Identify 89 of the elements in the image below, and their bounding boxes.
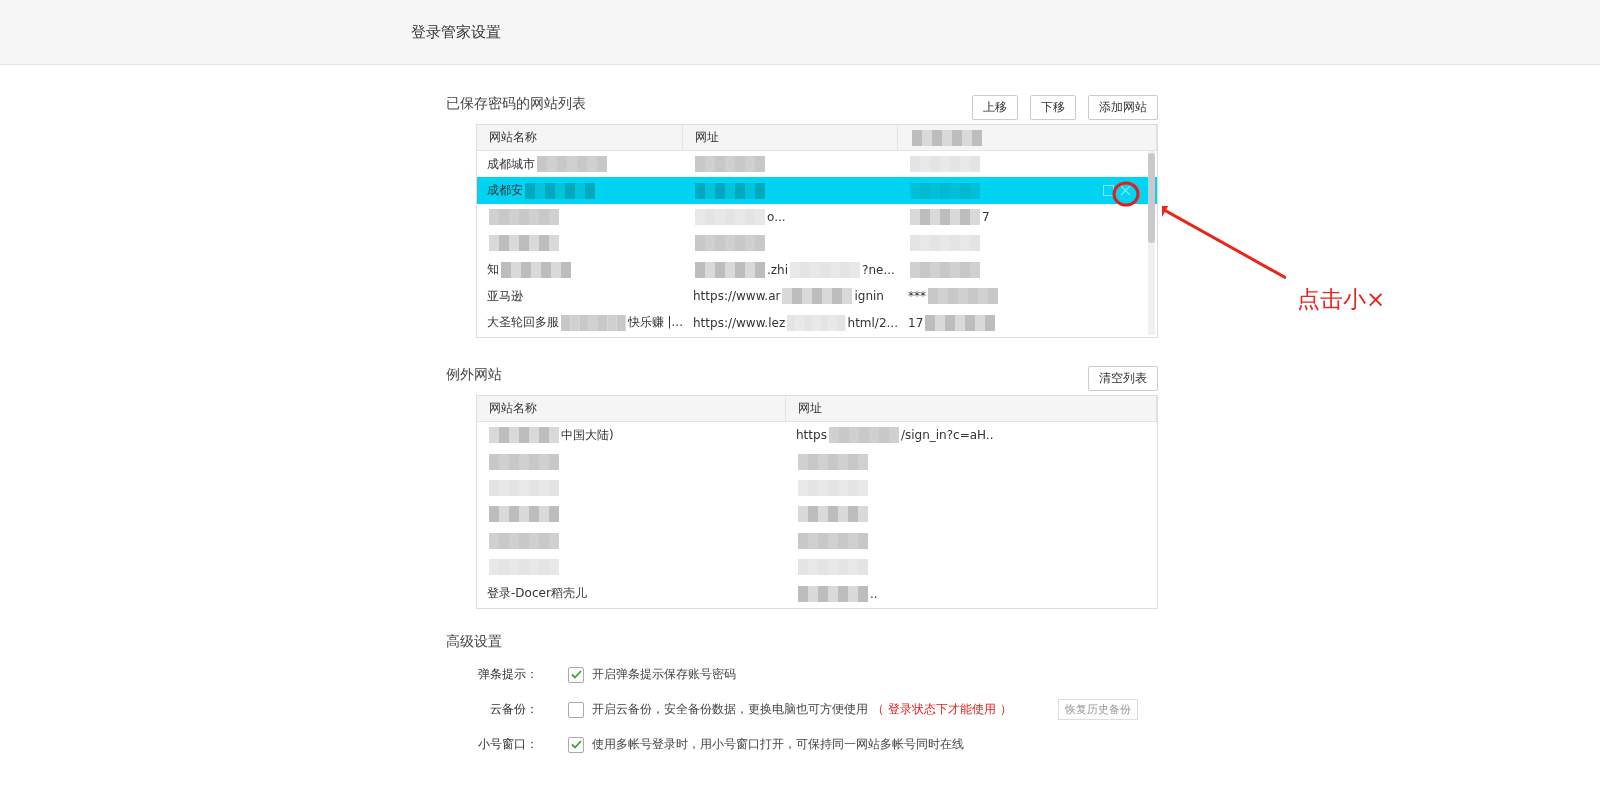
redaction-mosaic: [928, 288, 998, 305]
edit-icon[interactable]: [1103, 185, 1114, 197]
checkbox[interactable]: [568, 701, 584, 718]
cell-text: html/2...: [847, 315, 898, 330]
annotation-circle: [1112, 181, 1140, 207]
redaction-mosaic: [910, 182, 980, 199]
redaction-mosaic: [782, 288, 853, 305]
redaction-mosaic: [489, 427, 559, 444]
option-text: 开启弹条提示保存账号密码: [592, 666, 736, 683]
redaction-mosaic: [695, 182, 765, 199]
section-title: 已保存密码的网站列表: [446, 95, 586, 113]
redaction-mosaic: [489, 235, 559, 252]
option-label: 云备份：: [489, 701, 538, 718]
cell-text: https: [796, 428, 827, 443]
site-row[interactable]: 成都城市: [477, 151, 1157, 178]
option-text: 开启云备份，安全备份数据，更换电脑也可方便使用: [592, 701, 868, 718]
redaction-mosaic: [695, 208, 765, 225]
redaction-mosaic: [910, 261, 980, 278]
column-header: 网站名称: [477, 396, 786, 421]
redaction-mosaic: [798, 585, 868, 602]
redaction-mosaic: [798, 506, 868, 523]
redaction-mosaic: [798, 479, 868, 496]
redaction-mosaic: [561, 314, 626, 331]
toolbar-button[interactable]: 添加网站: [1088, 95, 1158, 120]
column-header: 网站名称: [477, 125, 683, 150]
close-icon[interactable]: [1120, 185, 1131, 197]
section-title: 例外网站: [446, 366, 502, 384]
checkbox[interactable]: [568, 736, 584, 753]
redaction-mosaic: [525, 182, 595, 199]
redaction-mosaic: [910, 235, 980, 252]
cell-text: 快乐赚 |...: [627, 314, 683, 332]
redaction-mosaic: [501, 261, 571, 278]
cell-text: 成都安: [487, 182, 523, 200]
annotation-text: 点击小×: [1297, 285, 1386, 314]
cell-text: 登录-Docer稻壳儿: [487, 585, 587, 603]
site-row[interactable]: 大圣轮回多服 快乐赚 |... https://www.lez html/2... 17: [477, 309, 1157, 336]
toolbar-button[interactable]: 下移: [1030, 95, 1076, 120]
site-row[interactable]: 亚马逊 https://www.ar ignin ***: [477, 282, 1157, 310]
redaction-mosaic: [695, 235, 765, 252]
redaction-mosaic: [489, 453, 559, 470]
page-title: 登录管家设置: [411, 22, 501, 42]
cell-text: ?ne...: [862, 262, 895, 277]
redaction-mosaic: [828, 427, 899, 444]
cell-text: https://www.lez: [693, 315, 786, 330]
cell-text: /sign_in?c=aH..: [900, 428, 994, 443]
redaction-mosaic: [798, 453, 868, 470]
cell-text: ***: [908, 289, 926, 304]
redaction-mosaic: [489, 532, 559, 549]
cell-text: o...: [767, 209, 786, 224]
cell-text: .zhi: [767, 262, 789, 277]
cell-text: 亚马逊: [487, 287, 523, 305]
scrollbar[interactable]: [1148, 151, 1155, 335]
column-header: 网址: [683, 125, 898, 150]
redaction-mosaic: [489, 506, 559, 523]
cell-text: 知: [487, 261, 499, 279]
site-row[interactable]: o... 7: [477, 203, 1157, 231]
cell-text: 17: [908, 315, 924, 330]
cell-text: 7: [982, 209, 990, 224]
redaction-mosaic: [695, 261, 765, 278]
toolbar-button[interactable]: 上移: [972, 95, 1018, 120]
cell-text: 大圣轮回多服: [487, 314, 559, 332]
redaction-mosaic: [912, 129, 982, 146]
redaction-mosaic: [798, 532, 868, 549]
redaction-mosaic: [910, 156, 980, 173]
option-note: （ 登录状态下才能使用 ）: [872, 701, 1012, 718]
redaction-mosaic: [798, 559, 868, 576]
redaction-mosaic: [695, 156, 765, 173]
cell-text: https://www.ar: [693, 289, 781, 304]
clear-list-button[interactable]: 清空列表: [1088, 366, 1158, 391]
redaction-mosaic: [787, 314, 846, 331]
site-row[interactable]: 知 .zhi ?ne...: [477, 256, 1157, 283]
redaction-mosaic: [489, 559, 559, 576]
redaction-mosaic: [910, 208, 980, 225]
section-title: 高级设置: [446, 633, 502, 651]
site-row[interactable]: 成都安: [477, 177, 1157, 204]
checkbox[interactable]: [568, 666, 584, 683]
redaction-mosaic: [925, 314, 996, 331]
cell-text: ..: [870, 586, 878, 601]
redaction-mosaic: [489, 208, 559, 225]
column-header: 网址: [786, 396, 1157, 421]
redaction-mosaic: [489, 479, 559, 496]
option-label: 小号窗口：: [477, 736, 538, 753]
option-label: 弹条提示：: [477, 666, 538, 683]
cell-text: 中国大陆): [561, 426, 614, 444]
redaction-mosaic: [537, 156, 607, 173]
cell-text: 成都城市: [487, 155, 535, 173]
redaction-mosaic: [790, 261, 861, 278]
cell-text: ignin: [854, 289, 884, 304]
option-text: 使用多帐号登录时，用小号窗口打开，可保持同一网站多帐号同时在线: [592, 736, 964, 753]
